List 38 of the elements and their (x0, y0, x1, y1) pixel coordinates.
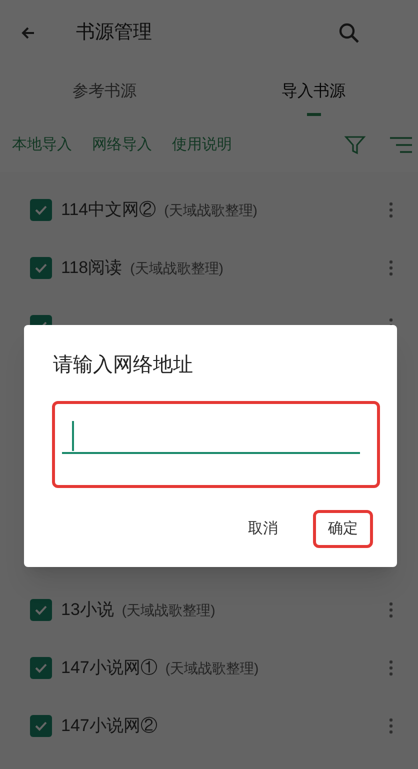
source-name: 118阅读 (61, 257, 122, 280)
check-icon (34, 261, 48, 275)
checkbox[interactable] (30, 599, 52, 621)
source-note: (天域战歌整理) (122, 600, 216, 620)
check-icon (34, 203, 48, 217)
action-link[interactable]: 本地导入 (12, 134, 72, 156)
source-name: 147小说网② (61, 715, 158, 738)
source-name: 147小说网① (61, 657, 158, 680)
dialog-button[interactable]: 取消 (233, 510, 293, 548)
action-link[interactable]: 使用说明 (172, 134, 232, 156)
filter-icon[interactable] (344, 134, 366, 156)
back-icon[interactable] (20, 25, 36, 41)
screen-title: 书源管理 (76, 20, 152, 45)
tab[interactable]: 导入书源 (209, 66, 418, 118)
tab[interactable]: 参考书源 (0, 66, 209, 118)
dialog-title: 请输入网络地址 (53, 353, 194, 378)
check-icon (34, 603, 48, 617)
check-icon (34, 661, 48, 675)
more-icon[interactable] (389, 602, 393, 618)
source-name: 114中文网② (61, 199, 156, 222)
search-icon[interactable] (338, 22, 360, 44)
checkbox[interactable] (30, 657, 52, 679)
source-note: (天域战歌整理) (164, 200, 258, 220)
check-icon (34, 719, 48, 733)
checkbox[interactable] (30, 715, 52, 737)
action-link[interactable]: 网络导入 (92, 134, 152, 156)
source-note: (天域战歌整理) (165, 658, 259, 678)
more-icon[interactable] (389, 718, 393, 734)
more-icon[interactable] (389, 202, 393, 218)
url-input-field[interactable] (52, 401, 380, 488)
checkbox[interactable] (30, 199, 52, 221)
more-icon[interactable] (389, 260, 393, 276)
sort-icon[interactable] (390, 136, 412, 154)
checkbox[interactable] (30, 257, 52, 279)
source-name: 13小说 (61, 599, 114, 622)
more-icon[interactable] (389, 660, 393, 676)
dialog-button[interactable]: 确定 (313, 510, 373, 548)
source-note: (天域战歌整理) (130, 258, 224, 278)
